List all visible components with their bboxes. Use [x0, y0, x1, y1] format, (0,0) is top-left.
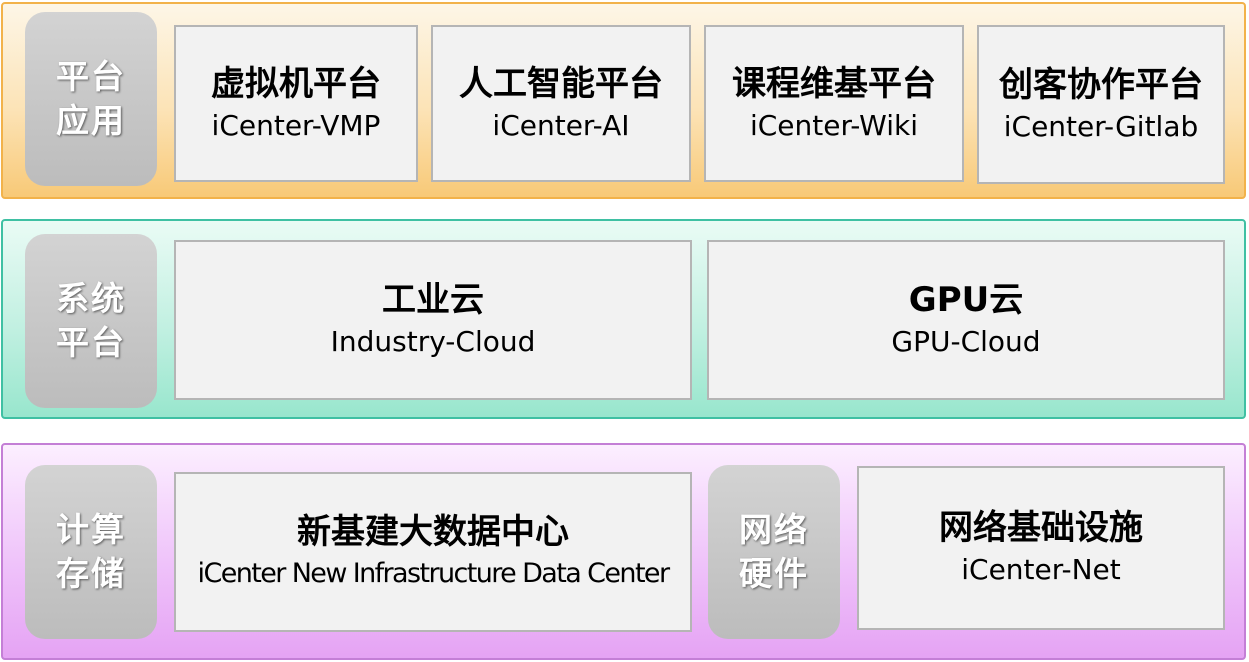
ai-platform-box[interactable]: 人工智能平台 iCenter-AI — [431, 25, 691, 182]
vmp-platform-title: 虚拟机平台 — [211, 63, 381, 104]
system-layer-label-text: 系统平台 — [56, 279, 126, 362]
application-layer-label-text: 平台应用 — [56, 57, 126, 140]
gpu-cloud-box[interactable]: GPU云 GPU-Cloud — [707, 240, 1225, 400]
network-infrastructure-subtitle: iCenter-Net — [961, 553, 1121, 586]
wiki-platform-subtitle: iCenter-Wiki — [749, 108, 919, 142]
gitlab-platform-box[interactable]: 创客协作平台 iCenter-Gitlab — [977, 25, 1225, 184]
gitlab-platform-subtitle: iCenter-Gitlab — [1003, 109, 1199, 143]
industry-cloud-subtitle: Industry-Cloud — [330, 325, 536, 358]
network-infrastructure-title: 网络基础设施 — [939, 508, 1143, 548]
network-infrastructure-box[interactable]: 网络基础设施 iCenter-Net — [857, 466, 1225, 630]
wiki-platform-box[interactable]: 课程维基平台 iCenter-Wiki — [704, 25, 964, 182]
data-center-box[interactable]: 新基建大数据中心 iCenter New Infrastructure Data… — [174, 472, 692, 632]
application-layer-label: 平台应用 — [25, 12, 157, 186]
industry-cloud-box[interactable]: 工业云 Industry-Cloud — [174, 240, 692, 400]
industry-cloud-title: 工业云 — [382, 280, 484, 320]
system-layer-label: 系统平台 — [25, 234, 157, 408]
gitlab-platform-title: 创客协作平台 — [999, 64, 1203, 105]
vmp-platform-subtitle: iCenter-VMP — [211, 108, 381, 142]
data-center-title: 新基建大数据中心 — [297, 512, 569, 552]
compute-layer-label-text: 计算存储 — [56, 510, 126, 593]
data-center-subtitle: iCenter New Infrastructure Data Center — [197, 558, 671, 589]
wiki-platform-title: 课程维基平台 — [732, 63, 936, 104]
compute-layer-label: 计算存储 — [25, 465, 157, 639]
ai-platform-title: 人工智能平台 — [459, 63, 663, 104]
network-hardware-label-text: 网络硬件 — [739, 510, 809, 593]
vmp-platform-box[interactable]: 虚拟机平台 iCenter-VMP — [174, 25, 418, 182]
ai-platform-subtitle: iCenter-AI — [492, 108, 630, 142]
gpu-cloud-title: GPU云 — [908, 280, 1024, 320]
network-hardware-label: 网络硬件 — [708, 465, 840, 639]
gpu-cloud-subtitle: GPU-Cloud — [891, 325, 1041, 358]
